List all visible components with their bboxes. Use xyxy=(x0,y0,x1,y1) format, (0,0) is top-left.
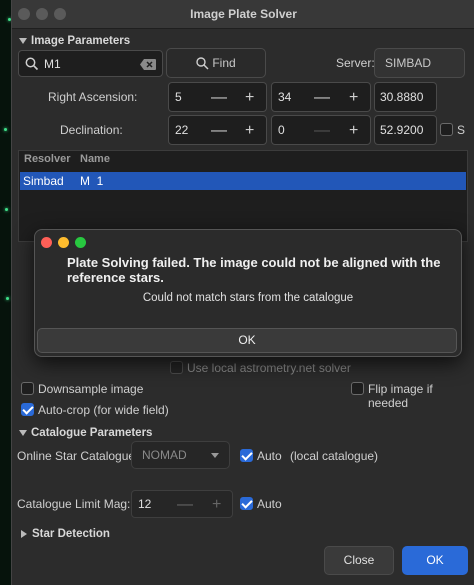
chevron-down-icon xyxy=(19,37,27,44)
ra-seconds-value: 30.8880 xyxy=(380,90,424,104)
dialog-title: Plate Solving failed. The image could no… xyxy=(67,255,441,285)
minus-icon[interactable]: — xyxy=(211,89,227,107)
dec-minutes-value: 0 xyxy=(278,123,285,137)
object-search-input[interactable]: M1 xyxy=(18,50,163,77)
plus-icon[interactable]: + xyxy=(349,122,358,140)
search-icon xyxy=(196,57,209,70)
name-cell: M 1 xyxy=(80,174,104,188)
local-catalogue-note: (local catalogue) xyxy=(290,449,379,463)
title-bar: Image Plate Solver xyxy=(12,0,474,29)
ra-minutes-value: 34 xyxy=(278,90,292,104)
online-catalogue-select[interactable]: NOMAD xyxy=(131,441,230,469)
dec-seconds-value: 52.9200 xyxy=(380,123,424,137)
catalogue-parameters-header[interactable]: Catalogue Parameters xyxy=(19,427,152,439)
flip-label: Flip image if needed xyxy=(368,382,433,410)
south-label: S xyxy=(457,123,466,137)
auto-catalogue-checkbox[interactable] xyxy=(240,449,253,462)
server-select[interactable]: SIMBAD xyxy=(374,48,465,78)
local-solver-checkbox[interactable] xyxy=(170,361,183,374)
chevron-down-icon xyxy=(211,453,219,458)
star-detection-header[interactable]: Star Detection xyxy=(21,528,110,540)
dec-degrees-spinbox[interactable]: 22 — + xyxy=(168,115,267,145)
ra-seconds-field[interactable]: 30.8880 xyxy=(374,82,437,112)
ra-hours-value: 5 xyxy=(175,90,182,104)
minus-icon[interactable]: — xyxy=(211,122,227,140)
online-catalogue-value: NOMAD xyxy=(142,448,187,462)
auto-limit-checkbox[interactable] xyxy=(240,497,253,510)
plus-icon[interactable]: + xyxy=(245,122,254,140)
search-icon xyxy=(25,57,39,71)
server-label: Server: xyxy=(336,56,375,70)
limit-mag-label: Catalogue Limit Mag: xyxy=(17,497,131,511)
plus-icon: + xyxy=(212,496,222,513)
dialog-close-icon[interactable] xyxy=(41,237,52,248)
image-parameters-header[interactable]: Image Parameters xyxy=(19,35,130,47)
table-row[interactable]: Simbad M 1 xyxy=(20,172,466,190)
flip-checkbox[interactable] xyxy=(351,382,364,395)
dialog-minimize-icon[interactable] xyxy=(58,237,69,248)
chevron-down-icon xyxy=(19,429,27,436)
auto-limit-label: Auto xyxy=(257,497,282,511)
limit-mag-value: 12 xyxy=(138,497,152,511)
server-value: SIMBAD xyxy=(385,56,432,70)
dec-label: Declination: xyxy=(60,123,123,137)
background-star xyxy=(6,297,9,300)
downsample-checkbox[interactable] xyxy=(21,382,34,395)
ok-button[interactable]: OK xyxy=(402,546,468,575)
find-label: Find xyxy=(212,56,236,70)
minus-icon: — xyxy=(177,496,193,513)
autocrop-checkbox[interactable] xyxy=(21,403,34,416)
dec-minutes-spinbox[interactable]: 0 — + xyxy=(271,115,371,145)
ra-minutes-spinbox[interactable]: 34 — + xyxy=(271,82,371,112)
dialog-ok-button[interactable]: OK xyxy=(37,328,457,353)
local-solver-label: Use local astrometry.net solver xyxy=(187,361,351,375)
plus-icon[interactable]: + xyxy=(349,89,358,107)
plus-icon[interactable]: + xyxy=(245,89,254,107)
resolver-cell: Simbad xyxy=(23,174,64,188)
dec-degrees-value: 22 xyxy=(175,123,189,137)
close-button[interactable]: Close xyxy=(324,546,394,575)
background-star xyxy=(5,208,8,211)
background-star xyxy=(4,128,7,131)
clear-input-icon[interactable] xyxy=(140,59,156,70)
find-button[interactable]: Find xyxy=(166,48,266,78)
auto-catalogue-label: Auto xyxy=(257,449,282,463)
dialog-zoom-icon[interactable] xyxy=(75,237,86,248)
limit-mag-spinbox[interactable]: 12 — + xyxy=(131,490,233,518)
autocrop-label: Auto-crop (for wide field) xyxy=(38,403,169,417)
column-header-name[interactable]: Name xyxy=(80,153,110,165)
dialog-message: Could not match stars from the catalogue xyxy=(142,292,354,304)
error-dialog: Plate Solving failed. The image could no… xyxy=(34,229,462,357)
ra-hours-spinbox[interactable]: 5 — + xyxy=(168,82,267,112)
window-title: Image Plate Solver xyxy=(190,7,297,21)
section-title: Star Detection xyxy=(32,528,110,540)
minus-icon: — xyxy=(314,122,330,139)
chevron-right-icon xyxy=(21,529,27,538)
search-value: M1 xyxy=(44,57,61,71)
dec-seconds-field[interactable]: 52.9200 xyxy=(374,115,437,145)
minus-icon[interactable]: — xyxy=(314,89,330,107)
downsample-label: Downsample image xyxy=(38,382,144,396)
south-checkbox[interactable] xyxy=(440,123,453,136)
ra-label: Right Ascension: xyxy=(48,90,138,104)
section-title: Catalogue Parameters xyxy=(31,427,153,439)
section-title: Image Parameters xyxy=(31,35,131,47)
online-catalogue-label: Online Star Catalogue: xyxy=(17,449,139,463)
column-header-resolver[interactable]: Resolver xyxy=(24,153,70,165)
